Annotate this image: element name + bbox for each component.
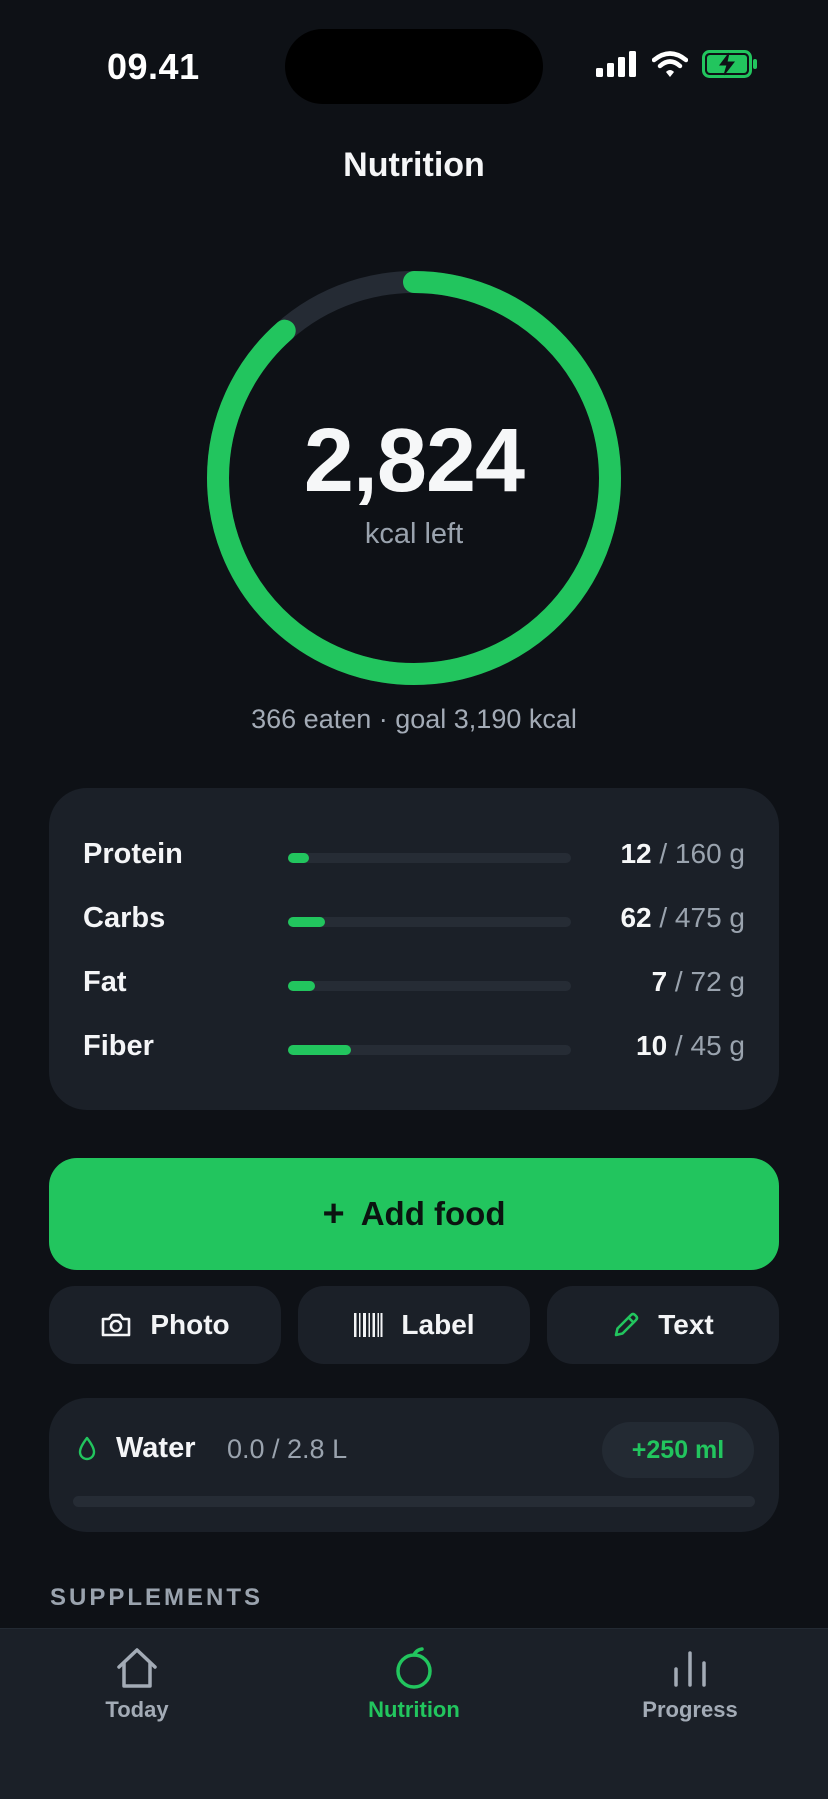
nutrition-screen: 09.41 Nutrition 2,824 kcal left 366 eate… [0,0,828,1799]
label-button[interactable]: Label [298,1286,530,1364]
macro-progress-track [288,917,571,927]
supplements-section-title: SUPPLEMENTS [50,1584,264,1611]
macro-goal: / 72 g [667,966,745,997]
plus-icon: + [322,1192,345,1235]
tab-today[interactable]: Today [37,1647,237,1737]
tab-progress[interactable]: Progress [590,1647,790,1737]
macro-name: Fat [83,966,127,998]
macro-value: 62 / 475 g [620,902,745,934]
bar-chart-icon [674,1651,706,1687]
water-amount: 0.0 / 2.8 L [227,1434,348,1464]
text-label: Text [658,1309,714,1340]
macro-row-fiber: Fiber 10 / 45 g [49,1030,779,1070]
macros-card: Protein 12 / 160 g Carbs 62 / 475 g Fat … [49,788,779,1110]
macro-name: Protein [83,838,183,870]
add-food-button[interactable]: + Add food [49,1158,779,1270]
macro-progress-track [288,1045,571,1055]
wifi-icon [652,51,688,77]
macro-value: 7 / 72 g [652,966,745,998]
macro-current: 10 [636,1030,668,1061]
macro-progress-fill [288,1045,351,1055]
macro-name: Fiber [83,1030,154,1062]
macro-current: 62 [620,902,652,933]
water-title: Water [116,1432,196,1464]
calories-left-label: kcal left [364,518,464,550]
pencil-icon [614,1312,639,1337]
battery-charging-icon [702,50,757,78]
macro-row-fat: Fat 7 / 72 g [49,966,779,1006]
macro-value: 10 / 45 g [636,1030,745,1062]
macro-current: 7 [651,966,668,997]
macro-name: Carbs [83,902,166,934]
text-button[interactable]: Text [547,1286,779,1364]
barcode-icon [354,1313,383,1337]
macro-progress-fill [288,853,310,863]
signal-icon [596,51,636,77]
add-water-button[interactable]: +250 ml [602,1422,754,1478]
tab-label: Progress [642,1697,738,1722]
label-label: Label [401,1309,475,1340]
status-icons [596,50,758,78]
tab-label: Today [105,1697,169,1722]
page-title: Nutrition [343,146,485,184]
macro-progress-fill [288,981,316,991]
macro-row-protein: Protein 12 / 160 g [49,838,779,878]
macro-current: 12 [620,838,652,869]
water-card: Water 0.0 / 2.8 L +250 ml [49,1398,779,1532]
calories-left-value: 2,824 [303,411,525,511]
status-time: 09.41 [107,46,200,87]
photo-label: Photo [150,1309,230,1340]
macro-goal: / 45 g [667,1030,745,1061]
camera-icon [102,1313,131,1337]
tab-bar: Today Nutrition Progress [0,1628,828,1799]
calorie-summary: 366 eaten · goal 3,190 kcal [251,704,577,734]
macro-progress-fill [288,917,325,927]
macro-progress-track [288,981,571,991]
tab-label: Nutrition [368,1697,460,1722]
home-icon [117,1648,157,1688]
photo-button[interactable]: Photo [49,1286,281,1364]
add-food-label: Add food [360,1195,506,1232]
macro-value: 12 / 160 g [620,838,745,870]
macro-progress-track [288,853,571,863]
water-progress-track [73,1496,755,1507]
macro-goal: / 160 g [651,838,745,869]
macro-row-carbs: Carbs 62 / 475 g [49,902,779,942]
macro-goal: / 475 g [651,902,745,933]
tab-nutrition[interactable]: Nutrition [314,1647,514,1737]
water-drop-icon [78,1436,96,1461]
dynamic-island [285,29,543,104]
apple-icon [396,1647,432,1689]
